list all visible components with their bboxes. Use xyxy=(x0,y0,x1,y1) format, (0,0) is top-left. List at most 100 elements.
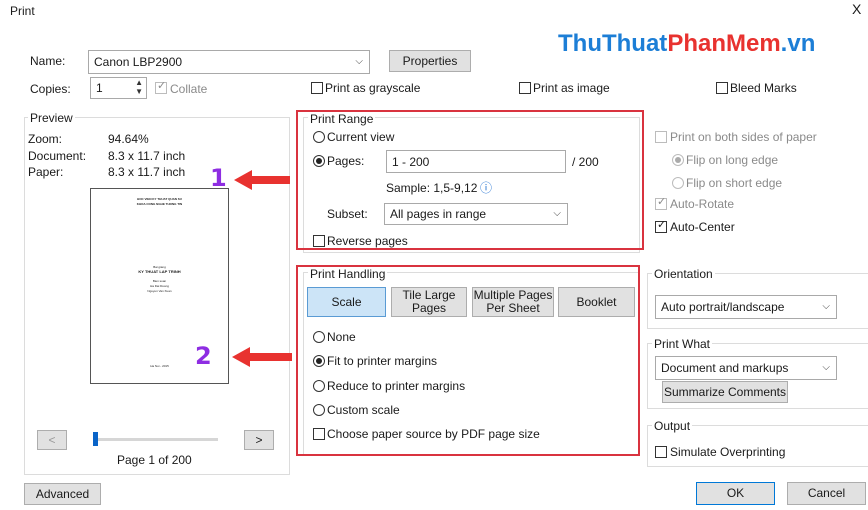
preview-sub3: Nguyen Van Xuan xyxy=(147,289,172,293)
none-label: None xyxy=(327,330,356,344)
collate-checkbox[interactable]: ✓ xyxy=(155,80,167,94)
fit-to-margins-label: Fit to printer margins xyxy=(327,354,438,368)
printer-select[interactable]: Canon LBP2900 ⌵ xyxy=(88,50,370,74)
annotation-arrow-1-icon xyxy=(234,170,290,190)
ok-button[interactable]: OK xyxy=(696,482,775,505)
preview-legend: Preview xyxy=(28,111,75,125)
orientation-value: Auto portrait/landscape xyxy=(661,300,785,314)
close-icon[interactable]: X xyxy=(852,1,861,17)
preview-sub2: Ha Dai Duong xyxy=(150,284,169,288)
paper-size-value: 8.3 x 11.7 inch xyxy=(108,165,186,179)
custom-scale-radio[interactable] xyxy=(313,404,325,416)
print-as-image-label: Print as image xyxy=(533,81,610,95)
chevron-down-icon: ⌵ xyxy=(355,56,363,67)
print-what-value: Document and markups xyxy=(661,361,789,375)
pages-total: / 200 xyxy=(572,155,599,169)
name-label: Name: xyxy=(30,54,66,68)
orientation-select[interactable]: Auto portrait/landscape ⌵ xyxy=(655,295,837,319)
pages-input[interactable]: 1 - 200 xyxy=(386,150,566,173)
tab-scale[interactable]: Scale xyxy=(307,287,386,317)
copies-value: 1 xyxy=(96,81,103,95)
advanced-button[interactable]: Advanced xyxy=(24,483,101,505)
print-as-image-checkbox[interactable] xyxy=(519,82,531,94)
print-what-select[interactable]: Document and markups ⌵ xyxy=(655,356,837,380)
zoom-value: 94.64% xyxy=(108,132,149,146)
prev-page-button[interactable]: < xyxy=(37,430,67,450)
tab-booklet[interactable]: Booklet xyxy=(558,287,635,317)
cancel-button[interactable]: Cancel xyxy=(787,482,866,505)
tab-multiple-pages[interactable]: Multiple Pages Per Sheet xyxy=(472,287,554,317)
grayscale-checkbox[interactable] xyxy=(311,82,323,94)
pages-label: Pages: xyxy=(327,154,365,168)
window-title: Print xyxy=(10,4,35,18)
pages-value: 1 - 200 xyxy=(392,155,430,169)
tab-booklet-label: Booklet xyxy=(576,294,617,309)
custom-scale-label: Custom scale xyxy=(327,403,400,417)
paper-source-checkbox[interactable] xyxy=(313,428,325,440)
watermark-part1: ThuThuat xyxy=(558,30,668,57)
fit-to-margins-radio[interactable] xyxy=(313,355,325,367)
short-edge-label: Flip on short edge xyxy=(686,176,783,190)
watermark-logo: ThuThuatPhanMem.vn xyxy=(558,30,815,58)
print-range-legend: Print Range xyxy=(308,112,376,126)
paper-label: Paper: xyxy=(28,165,64,179)
both-sides-label: Print on both sides of paper xyxy=(670,130,817,144)
none-radio[interactable] xyxy=(313,331,325,343)
orientation-legend: Orientation xyxy=(652,267,715,281)
auto-rotate-label: Auto-Rotate xyxy=(670,197,735,211)
tab-tile-large-pages[interactable]: Tile Large Pages xyxy=(391,287,467,317)
auto-center-label: Auto-Center xyxy=(670,220,735,234)
bleed-marks-label: Bleed Marks xyxy=(730,81,797,95)
document-label: Document: xyxy=(28,149,87,163)
pages-radio[interactable] xyxy=(313,155,325,167)
auto-rotate-checkbox[interactable]: ✓ xyxy=(655,196,667,210)
current-view-radio[interactable] xyxy=(313,131,325,143)
summarize-comments-button[interactable]: Summarize Comments xyxy=(662,381,788,403)
copies-label: Copies: xyxy=(30,82,71,96)
chevron-down-icon: ⌵ xyxy=(822,362,830,373)
watermark-part2: PhanMem xyxy=(667,30,781,57)
next-page-button[interactable]: > xyxy=(244,430,274,450)
simulate-overprinting-checkbox[interactable] xyxy=(655,446,667,458)
reduce-to-margins-label: Reduce to printer margins xyxy=(327,379,466,393)
annotation-arrow-2-icon xyxy=(232,347,292,367)
copies-input[interactable]: 1 ▲ ▼ xyxy=(90,77,147,99)
output-legend: Output xyxy=(652,419,693,433)
subset-value: All pages in range xyxy=(390,207,487,221)
preview-header2: KHOA CONG NGHE THONG TIN xyxy=(136,202,183,206)
short-edge-radio[interactable] xyxy=(672,177,684,189)
print-what-legend: Print What xyxy=(652,337,713,351)
document-size-value: 8.3 x 11.7 inch xyxy=(108,149,186,163)
reduce-to-margins-radio[interactable] xyxy=(313,380,325,392)
annotation-number-1: 1 xyxy=(210,164,227,192)
chevron-down-icon: ⌵ xyxy=(553,208,561,219)
preview-title: KY THUAT LAP TRINH xyxy=(138,269,181,274)
tab-multiple-label: Multiple Pages Per Sheet xyxy=(473,288,553,315)
simulate-overprinting-label: Simulate Overprinting xyxy=(670,445,786,459)
preview-header1: HOC VIEN KY THUAT QUAN SU xyxy=(137,197,182,201)
pages-sample: Sample: 1,5-9,12 xyxy=(386,181,478,195)
info-icon[interactable]: ⓘ xyxy=(480,180,492,196)
properties-button[interactable]: Properties xyxy=(389,50,471,72)
tab-tile-label: Tile Large Pages xyxy=(402,288,456,315)
annotation-number-2: 2 xyxy=(195,342,212,370)
reverse-pages-label: Reverse pages xyxy=(327,234,408,248)
tab-scale-label: Scale xyxy=(331,294,362,309)
bleed-marks-checkbox[interactable] xyxy=(716,82,728,94)
page-status: Page 1 of 200 xyxy=(117,453,192,467)
subset-select[interactable]: All pages in range ⌵ xyxy=(384,203,568,225)
print-handling-legend: Print Handling xyxy=(308,267,388,281)
both-sides-checkbox[interactable] xyxy=(655,131,667,143)
page-slider-thumb[interactable] xyxy=(93,432,98,446)
current-view-label: Current view xyxy=(327,130,395,144)
printer-value: Canon LBP2900 xyxy=(94,55,183,69)
page-slider-track[interactable] xyxy=(95,438,218,441)
long-edge-radio[interactable] xyxy=(672,154,684,166)
paper-source-label: Choose paper source by PDF page size xyxy=(327,427,540,441)
collate-label: Collate xyxy=(170,82,208,96)
long-edge-label: Flip on long edge xyxy=(686,153,779,167)
auto-center-checkbox[interactable]: ✓ xyxy=(655,219,667,233)
spinner-icon[interactable]: ▲ ▼ xyxy=(135,78,143,96)
watermark-part3: .vn xyxy=(780,30,816,57)
reverse-pages-checkbox[interactable] xyxy=(313,235,325,247)
